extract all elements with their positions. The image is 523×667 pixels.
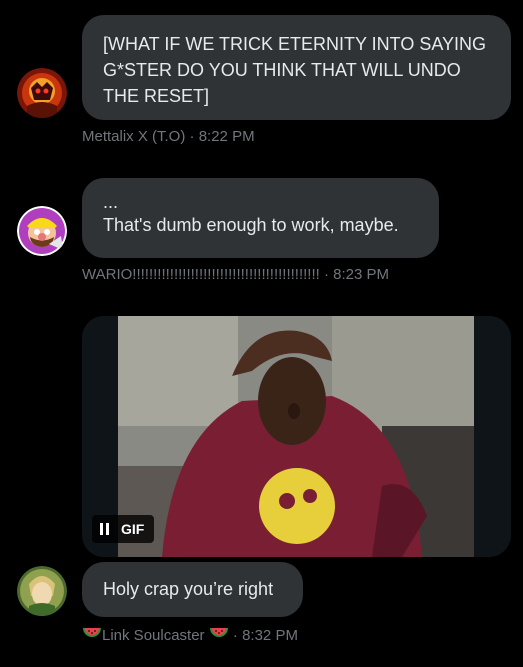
meta-separator: · <box>323 266 329 283</box>
message-bubble[interactable]: [WHAT IF WE TRICK ETERNITY INTO SAYING G… <box>82 15 511 120</box>
meta-separator: · <box>232 627 238 644</box>
message-text: [WHAT IF WE TRICK ETERNITY INTO SAYING G… <box>103 34 487 106</box>
message-meta: WARIO!!!!!!!!!!!!!!!!!!!!!!!!!!!!!!!!!!!… <box>82 266 389 283</box>
author-name[interactable]: Link Soulcaster <box>102 627 205 644</box>
watermelon-icon <box>83 628 101 637</box>
author-name[interactable]: WARIO!!!!!!!!!!!!!!!!!!!!!!!!!!!!!!!!!!!… <box>82 266 320 283</box>
message-time: 8:22 PM <box>198 128 255 145</box>
message-time: 8:32 PM <box>242 627 298 644</box>
wario-avatar-image <box>17 206 67 256</box>
pause-icon[interactable] <box>100 523 109 535</box>
avatar-link[interactable] <box>17 566 67 616</box>
message-meta: Link Soulcaster · 8:32 PM <box>82 626 298 644</box>
message-ellipsis: ... <box>103 192 119 212</box>
message-text: Holy crap you’re right <box>103 579 274 599</box>
gif-label: GIF <box>121 521 145 537</box>
message-time: 8:23 PM <box>333 266 390 283</box>
mettalix-avatar-image <box>17 68 67 118</box>
message-bubble[interactable]: Holy crap you’re right <box>82 562 303 617</box>
gif-badge[interactable]: GIF <box>92 515 155 543</box>
author-name[interactable]: Mettalix X (T.O) <box>82 128 185 145</box>
link-avatar-image <box>17 566 67 616</box>
message-text: That's dumb enough to work, maybe. <box>103 215 399 235</box>
watermelon-icon <box>209 628 228 637</box>
avatar-mettalix[interactable] <box>17 68 67 118</box>
message-meta: Mettalix X (T.O) · 8:22 PM <box>82 128 255 145</box>
message-bubble[interactable]: ... That's dumb enough to work, maybe. <box>82 178 439 258</box>
meta-separator: · <box>189 128 195 145</box>
avatar-wario[interactable] <box>17 206 67 256</box>
